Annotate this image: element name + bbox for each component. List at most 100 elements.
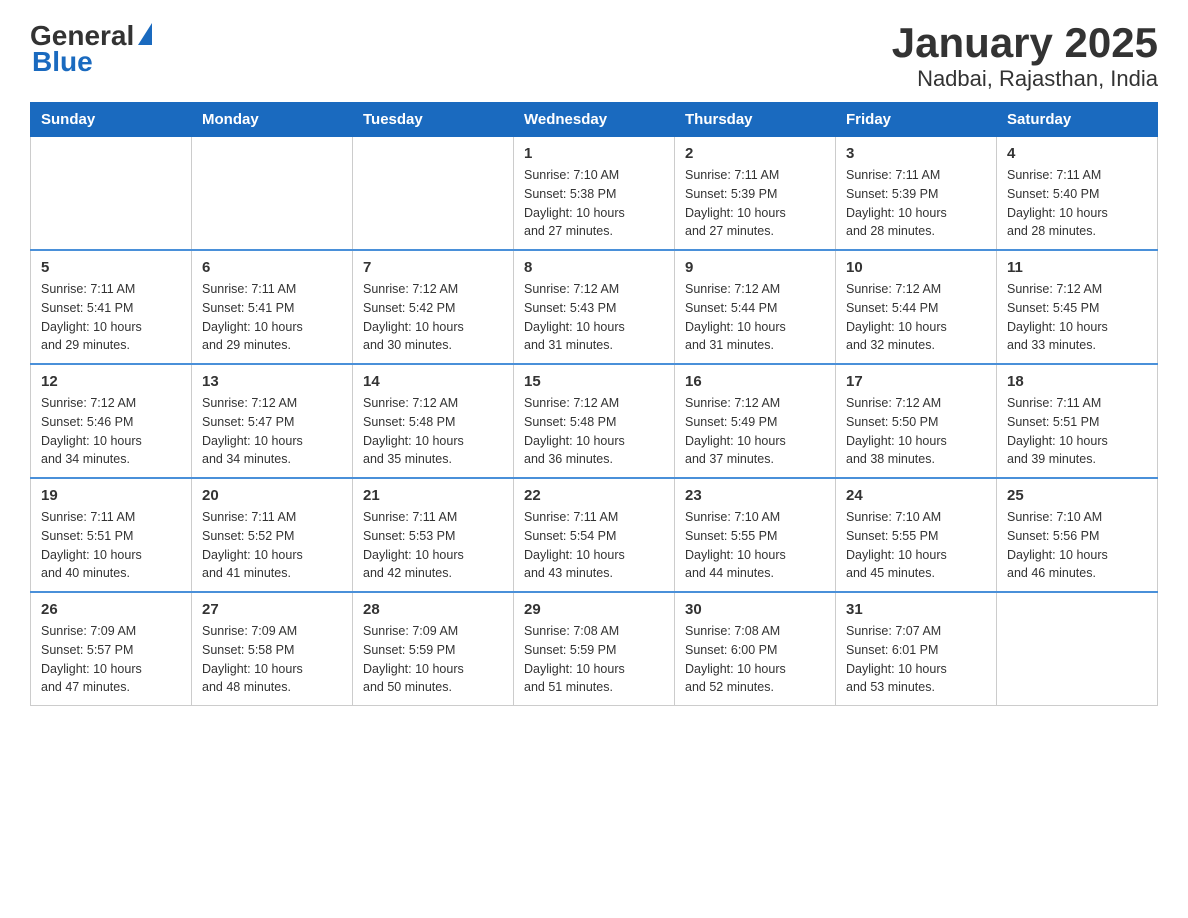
header-wednesday: Wednesday bbox=[514, 103, 675, 137]
day-info: Sunrise: 7:11 AM Sunset: 5:40 PM Dayligh… bbox=[1007, 166, 1147, 241]
day-number: 30 bbox=[685, 601, 825, 618]
day-info: Sunrise: 7:12 AM Sunset: 5:50 PM Dayligh… bbox=[846, 394, 986, 469]
day-number: 8 bbox=[524, 259, 664, 276]
day-info: Sunrise: 7:09 AM Sunset: 5:59 PM Dayligh… bbox=[363, 622, 503, 697]
day-info: Sunrise: 7:11 AM Sunset: 5:41 PM Dayligh… bbox=[41, 280, 181, 355]
day-info: Sunrise: 7:09 AM Sunset: 5:57 PM Dayligh… bbox=[41, 622, 181, 697]
calendar-cell bbox=[353, 137, 514, 251]
day-info: Sunrise: 7:12 AM Sunset: 5:44 PM Dayligh… bbox=[846, 280, 986, 355]
calendar-cell: 27 Sunrise: 7:09 AM Sunset: 5:58 PM Dayli… bbox=[192, 592, 353, 706]
calendar-cell: 25Sunrise: 7:10 AM Sunset: 5:56 PM Dayli… bbox=[997, 478, 1158, 592]
day-info: Sunrise: 7:07 AM Sunset: 6:01 PM Dayligh… bbox=[846, 622, 986, 697]
header-thursday: Thursday bbox=[675, 103, 836, 137]
day-number: 28 bbox=[363, 601, 503, 618]
day-number: 22 bbox=[524, 487, 664, 504]
calendar-cell: 22 Sunrise: 7:11 AM Sunset: 5:54 PM Dayli… bbox=[514, 478, 675, 592]
day-number: 25 bbox=[1007, 487, 1147, 504]
calendar-cell: 30 Sunrise: 7:08 AM Sunset: 6:00 PM Dayli… bbox=[675, 592, 836, 706]
day-number: 21 bbox=[363, 487, 503, 504]
calendar-cell: 2Sunrise: 7:11 AM Sunset: 5:39 PM Daylig… bbox=[675, 137, 836, 251]
calendar-cell bbox=[31, 137, 192, 251]
calendar-cell: 3 Sunrise: 7:11 AM Sunset: 5:39 PM Daylig… bbox=[836, 137, 997, 251]
day-number: 6 bbox=[202, 259, 342, 276]
calendar-cell: 16Sunrise: 7:12 AM Sunset: 5:49 PM Dayli… bbox=[675, 364, 836, 478]
header-monday: Monday bbox=[192, 103, 353, 137]
day-info: Sunrise: 7:12 AM Sunset: 5:44 PM Dayligh… bbox=[685, 280, 825, 355]
calendar-cell: 28 Sunrise: 7:09 AM Sunset: 5:59 PM Dayli… bbox=[353, 592, 514, 706]
day-number: 3 bbox=[846, 145, 986, 162]
day-info: Sunrise: 7:12 AM Sunset: 5:46 PM Dayligh… bbox=[41, 394, 181, 469]
day-number: 29 bbox=[524, 601, 664, 618]
day-info: Sunrise: 7:12 AM Sunset: 5:43 PM Dayligh… bbox=[524, 280, 664, 355]
calendar-cell: 23 Sunrise: 7:10 AM Sunset: 5:55 PM Dayli… bbox=[675, 478, 836, 592]
page-header: General Blue January 2025 Nadbai, Rajast… bbox=[30, 20, 1158, 92]
day-info: Sunrise: 7:12 AM Sunset: 5:47 PM Dayligh… bbox=[202, 394, 342, 469]
logo: General Blue bbox=[30, 20, 152, 78]
calendar-cell: 26 Sunrise: 7:09 AM Sunset: 5:57 PM Dayli… bbox=[31, 592, 192, 706]
day-info: Sunrise: 7:08 AM Sunset: 6:00 PM Dayligh… bbox=[685, 622, 825, 697]
header-saturday: Saturday bbox=[997, 103, 1158, 137]
calendar-cell: 5 Sunrise: 7:11 AM Sunset: 5:41 PM Daylig… bbox=[31, 250, 192, 364]
calendar-week-row: 19 Sunrise: 7:11 AM Sunset: 5:51 PM Dayli… bbox=[31, 478, 1158, 592]
day-number: 4 bbox=[1007, 145, 1147, 162]
calendar-cell: 4 Sunrise: 7:11 AM Sunset: 5:40 PM Daylig… bbox=[997, 137, 1158, 251]
calendar-cell: 31 Sunrise: 7:07 AM Sunset: 6:01 PM Dayli… bbox=[836, 592, 997, 706]
day-info: Sunrise: 7:08 AM Sunset: 5:59 PM Dayligh… bbox=[524, 622, 664, 697]
calendar-cell: 29 Sunrise: 7:08 AM Sunset: 5:59 PM Dayli… bbox=[514, 592, 675, 706]
day-number: 10 bbox=[846, 259, 986, 276]
day-number: 5 bbox=[41, 259, 181, 276]
day-info: Sunrise: 7:09 AM Sunset: 5:58 PM Dayligh… bbox=[202, 622, 342, 697]
day-number: 18 bbox=[1007, 373, 1147, 390]
day-number: 14 bbox=[363, 373, 503, 390]
day-number: 19 bbox=[41, 487, 181, 504]
logo-triangle-icon bbox=[138, 23, 152, 45]
calendar-cell: 13 Sunrise: 7:12 AM Sunset: 5:47 PM Dayli… bbox=[192, 364, 353, 478]
day-number: 12 bbox=[41, 373, 181, 390]
logo-blue: Blue bbox=[32, 46, 93, 78]
day-number: 26 bbox=[41, 601, 181, 618]
day-info: Sunrise: 7:10 AM Sunset: 5:55 PM Dayligh… bbox=[846, 508, 986, 583]
calendar-cell: 8 Sunrise: 7:12 AM Sunset: 5:43 PM Daylig… bbox=[514, 250, 675, 364]
calendar-cell: 17 Sunrise: 7:12 AM Sunset: 5:50 PM Dayli… bbox=[836, 364, 997, 478]
day-number: 23 bbox=[685, 487, 825, 504]
day-number: 27 bbox=[202, 601, 342, 618]
day-info: Sunrise: 7:10 AM Sunset: 5:55 PM Dayligh… bbox=[685, 508, 825, 583]
header-sunday: Sunday bbox=[31, 103, 192, 137]
calendar-week-row: 1Sunrise: 7:10 AM Sunset: 5:38 PM Daylig… bbox=[31, 137, 1158, 251]
day-number: 17 bbox=[846, 373, 986, 390]
header-friday: Friday bbox=[836, 103, 997, 137]
calendar-cell: 24Sunrise: 7:10 AM Sunset: 5:55 PM Dayli… bbox=[836, 478, 997, 592]
calendar-subtitle: Nadbai, Rajasthan, India bbox=[892, 66, 1158, 92]
calendar-cell: 10 Sunrise: 7:12 AM Sunset: 5:44 PM Dayli… bbox=[836, 250, 997, 364]
header-tuesday: Tuesday bbox=[353, 103, 514, 137]
day-info: Sunrise: 7:11 AM Sunset: 5:51 PM Dayligh… bbox=[41, 508, 181, 583]
day-info: Sunrise: 7:10 AM Sunset: 5:38 PM Dayligh… bbox=[524, 166, 664, 241]
calendar-table: Sunday Monday Tuesday Wednesday Thursday… bbox=[30, 102, 1158, 706]
day-info: Sunrise: 7:11 AM Sunset: 5:41 PM Dayligh… bbox=[202, 280, 342, 355]
calendar-cell bbox=[192, 137, 353, 251]
calendar-week-row: 5 Sunrise: 7:11 AM Sunset: 5:41 PM Daylig… bbox=[31, 250, 1158, 364]
calendar-week-row: 26 Sunrise: 7:09 AM Sunset: 5:57 PM Dayli… bbox=[31, 592, 1158, 706]
calendar-cell: 18Sunrise: 7:11 AM Sunset: 5:51 PM Dayli… bbox=[997, 364, 1158, 478]
day-info: Sunrise: 7:11 AM Sunset: 5:54 PM Dayligh… bbox=[524, 508, 664, 583]
calendar-cell: 1Sunrise: 7:10 AM Sunset: 5:38 PM Daylig… bbox=[514, 137, 675, 251]
calendar-cell: 15Sunrise: 7:12 AM Sunset: 5:48 PM Dayli… bbox=[514, 364, 675, 478]
day-number: 11 bbox=[1007, 259, 1147, 276]
calendar-cell: 6 Sunrise: 7:11 AM Sunset: 5:41 PM Daylig… bbox=[192, 250, 353, 364]
calendar-cell: 11Sunrise: 7:12 AM Sunset: 5:45 PM Dayli… bbox=[997, 250, 1158, 364]
day-info: Sunrise: 7:12 AM Sunset: 5:42 PM Dayligh… bbox=[363, 280, 503, 355]
day-number: 16 bbox=[685, 373, 825, 390]
day-number: 2 bbox=[685, 145, 825, 162]
calendar-cell: 7Sunrise: 7:12 AM Sunset: 5:42 PM Daylig… bbox=[353, 250, 514, 364]
calendar-cell: 9 Sunrise: 7:12 AM Sunset: 5:44 PM Daylig… bbox=[675, 250, 836, 364]
day-info: Sunrise: 7:11 AM Sunset: 5:39 PM Dayligh… bbox=[846, 166, 986, 241]
calendar-body: 1Sunrise: 7:10 AM Sunset: 5:38 PM Daylig… bbox=[31, 137, 1158, 706]
calendar-header: Sunday Monday Tuesday Wednesday Thursday… bbox=[31, 103, 1158, 137]
day-number: 31 bbox=[846, 601, 986, 618]
calendar-cell: 20Sunrise: 7:11 AM Sunset: 5:52 PM Dayli… bbox=[192, 478, 353, 592]
day-number: 13 bbox=[202, 373, 342, 390]
calendar-cell: 12 Sunrise: 7:12 AM Sunset: 5:46 PM Dayli… bbox=[31, 364, 192, 478]
day-info: Sunrise: 7:11 AM Sunset: 5:52 PM Dayligh… bbox=[202, 508, 342, 583]
day-info: Sunrise: 7:11 AM Sunset: 5:53 PM Dayligh… bbox=[363, 508, 503, 583]
day-number: 9 bbox=[685, 259, 825, 276]
